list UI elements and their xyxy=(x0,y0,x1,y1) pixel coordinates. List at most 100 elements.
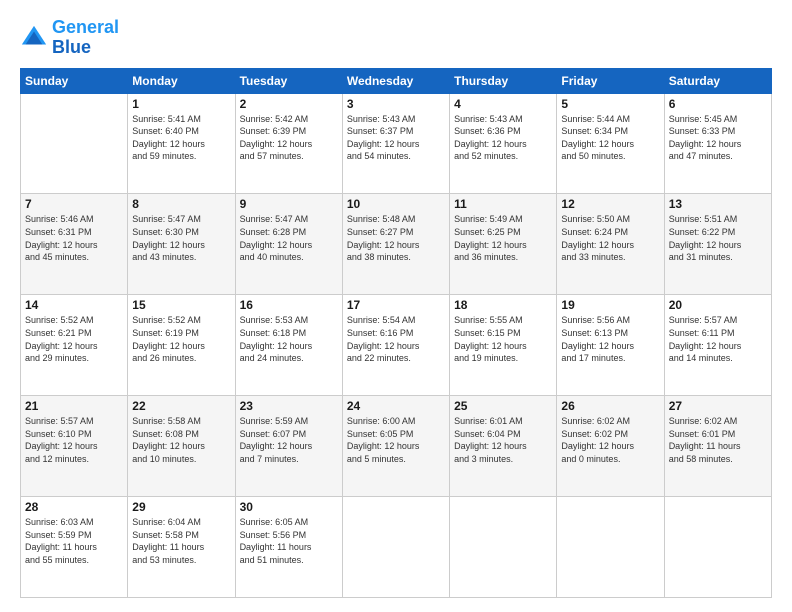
day-header-sunday: Sunday xyxy=(21,68,128,93)
day-number: 18 xyxy=(454,298,552,312)
day-number: 9 xyxy=(240,197,338,211)
day-header-tuesday: Tuesday xyxy=(235,68,342,93)
calendar-cell: 9 Sunrise: 5:47 AM Sunset: 6:28 PM Daylig… xyxy=(235,194,342,295)
calendar-cell xyxy=(21,93,128,194)
calendar-cell: 14 Sunrise: 5:52 AM Sunset: 6:21 PM Dayli… xyxy=(21,295,128,396)
day-number: 15 xyxy=(132,298,230,312)
cell-info: Sunrise: 5:41 AM Sunset: 6:40 PM Dayligh… xyxy=(132,113,230,163)
day-number: 5 xyxy=(561,97,659,111)
day-number: 30 xyxy=(240,500,338,514)
calendar-cell: 21 Sunrise: 5:57 AM Sunset: 6:10 PM Dayli… xyxy=(21,396,128,497)
day-number: 2 xyxy=(240,97,338,111)
day-number: 10 xyxy=(347,197,445,211)
calendar-cell xyxy=(450,497,557,598)
cell-info: Sunrise: 6:00 AM Sunset: 6:05 PM Dayligh… xyxy=(347,415,445,465)
calendar-week-2: 7 Sunrise: 5:46 AM Sunset: 6:31 PM Daylig… xyxy=(21,194,772,295)
cell-info: Sunrise: 5:47 AM Sunset: 6:28 PM Dayligh… xyxy=(240,213,338,263)
cell-info: Sunrise: 5:57 AM Sunset: 6:10 PM Dayligh… xyxy=(25,415,123,465)
calendar-cell: 11 Sunrise: 5:49 AM Sunset: 6:25 PM Dayli… xyxy=(450,194,557,295)
day-number: 26 xyxy=(561,399,659,413)
calendar-week-1: 1 Sunrise: 5:41 AM Sunset: 6:40 PM Daylig… xyxy=(21,93,772,194)
cell-info: Sunrise: 5:58 AM Sunset: 6:08 PM Dayligh… xyxy=(132,415,230,465)
cell-info: Sunrise: 5:59 AM Sunset: 6:07 PM Dayligh… xyxy=(240,415,338,465)
cell-info: Sunrise: 5:54 AM Sunset: 6:16 PM Dayligh… xyxy=(347,314,445,364)
cell-info: Sunrise: 5:57 AM Sunset: 6:11 PM Dayligh… xyxy=(669,314,767,364)
day-number: 29 xyxy=(132,500,230,514)
day-number: 6 xyxy=(669,97,767,111)
day-number: 7 xyxy=(25,197,123,211)
day-number: 13 xyxy=(669,197,767,211)
header: General Blue xyxy=(20,18,772,58)
calendar-cell: 25Sunrise: 6:01 AM Sunset: 6:04 PM Dayli… xyxy=(450,396,557,497)
calendar-cell: 12 Sunrise: 5:50 AM Sunset: 6:24 PM Dayli… xyxy=(557,194,664,295)
calendar-cell: 23 Sunrise: 5:59 AM Sunset: 6:07 PM Dayli… xyxy=(235,396,342,497)
cell-info: Sunrise: 6:03 AM Sunset: 5:59 PM Dayligh… xyxy=(25,516,123,566)
calendar-cell: 17 Sunrise: 5:54 AM Sunset: 6:16 PM Dayli… xyxy=(342,295,449,396)
day-number: 27 xyxy=(669,399,767,413)
calendar-cell xyxy=(342,497,449,598)
calendar-cell: 16Sunrise: 5:53 AM Sunset: 6:18 PM Dayli… xyxy=(235,295,342,396)
calendar-cell: 18 Sunrise: 5:55 AM Sunset: 6:15 PM Dayli… xyxy=(450,295,557,396)
day-number: 23 xyxy=(240,399,338,413)
calendar-cell xyxy=(664,497,771,598)
calendar-cell: 26 Sunrise: 6:02 AM Sunset: 6:02 PM Dayli… xyxy=(557,396,664,497)
calendar-cell: 6 Sunrise: 5:45 AM Sunset: 6:33 PM Daylig… xyxy=(664,93,771,194)
calendar-table: SundayMondayTuesdayWednesdayThursdayFrid… xyxy=(20,68,772,598)
day-number: 24 xyxy=(347,399,445,413)
cell-info: Sunrise: 6:04 AM Sunset: 5:58 PM Dayligh… xyxy=(132,516,230,566)
calendar-cell: 4Sunrise: 5:43 AM Sunset: 6:36 PM Daylig… xyxy=(450,93,557,194)
day-header-friday: Friday xyxy=(557,68,664,93)
cell-info: Sunrise: 5:49 AM Sunset: 6:25 PM Dayligh… xyxy=(454,213,552,263)
day-header-thursday: Thursday xyxy=(450,68,557,93)
cell-info: Sunrise: 5:48 AM Sunset: 6:27 PM Dayligh… xyxy=(347,213,445,263)
calendar-cell: 2 Sunrise: 5:42 AM Sunset: 6:39 PM Daylig… xyxy=(235,93,342,194)
day-number: 16 xyxy=(240,298,338,312)
calendar-cell: 15 Sunrise: 5:52 AM Sunset: 6:19 PM Dayli… xyxy=(128,295,235,396)
day-number: 22 xyxy=(132,399,230,413)
calendar-week-3: 14 Sunrise: 5:52 AM Sunset: 6:21 PM Dayli… xyxy=(21,295,772,396)
calendar-week-4: 21 Sunrise: 5:57 AM Sunset: 6:10 PM Dayli… xyxy=(21,396,772,497)
day-number: 12 xyxy=(561,197,659,211)
calendar-cell: 3 Sunrise: 5:43 AM Sunset: 6:37 PM Daylig… xyxy=(342,93,449,194)
cell-info: Sunrise: 5:56 AM Sunset: 6:13 PM Dayligh… xyxy=(561,314,659,364)
day-header-monday: Monday xyxy=(128,68,235,93)
cell-info: Sunrise: 6:05 AM Sunset: 5:56 PM Dayligh… xyxy=(240,516,338,566)
calendar-cell: 30 Sunrise: 6:05 AM Sunset: 5:56 PM Dayli… xyxy=(235,497,342,598)
day-number: 17 xyxy=(347,298,445,312)
calendar-cell xyxy=(557,497,664,598)
cell-info: Sunrise: 5:52 AM Sunset: 6:21 PM Dayligh… xyxy=(25,314,123,364)
cell-info: Sunrise: 6:02 AM Sunset: 6:02 PM Dayligh… xyxy=(561,415,659,465)
day-number: 3 xyxy=(347,97,445,111)
calendar-cell: 27Sunrise: 6:02 AM Sunset: 6:01 PM Dayli… xyxy=(664,396,771,497)
cell-info: Sunrise: 5:45 AM Sunset: 6:33 PM Dayligh… xyxy=(669,113,767,163)
cell-info: Sunrise: 5:52 AM Sunset: 6:19 PM Dayligh… xyxy=(132,314,230,364)
day-number: 21 xyxy=(25,399,123,413)
cell-info: Sunrise: 5:46 AM Sunset: 6:31 PM Dayligh… xyxy=(25,213,123,263)
cell-info: Sunrise: 6:01 AM Sunset: 6:04 PM Dayligh… xyxy=(454,415,552,465)
calendar-cell: 24 Sunrise: 6:00 AM Sunset: 6:05 PM Dayli… xyxy=(342,396,449,497)
cell-info: Sunrise: 5:44 AM Sunset: 6:34 PM Dayligh… xyxy=(561,113,659,163)
calendar-cell: 1 Sunrise: 5:41 AM Sunset: 6:40 PM Daylig… xyxy=(128,93,235,194)
calendar-cell: 22 Sunrise: 5:58 AM Sunset: 6:08 PM Dayli… xyxy=(128,396,235,497)
calendar-cell: 13Sunrise: 5:51 AM Sunset: 6:22 PM Dayli… xyxy=(664,194,771,295)
logo: General Blue xyxy=(20,18,119,58)
day-number: 11 xyxy=(454,197,552,211)
day-number: 20 xyxy=(669,298,767,312)
calendar-cell: 19Sunrise: 5:56 AM Sunset: 6:13 PM Dayli… xyxy=(557,295,664,396)
cell-info: Sunrise: 5:42 AM Sunset: 6:39 PM Dayligh… xyxy=(240,113,338,163)
page: General Blue SundayMondayTuesdayWednesda… xyxy=(0,0,792,612)
calendar-cell: 8Sunrise: 5:47 AM Sunset: 6:30 PM Daylig… xyxy=(128,194,235,295)
calendar-cell: 28 Sunrise: 6:03 AM Sunset: 5:59 PM Dayli… xyxy=(21,497,128,598)
cell-info: Sunrise: 5:47 AM Sunset: 6:30 PM Dayligh… xyxy=(132,213,230,263)
calendar-cell: 5 Sunrise: 5:44 AM Sunset: 6:34 PM Daylig… xyxy=(557,93,664,194)
cell-info: Sunrise: 5:55 AM Sunset: 6:15 PM Dayligh… xyxy=(454,314,552,364)
cell-info: Sunrise: 5:43 AM Sunset: 6:37 PM Dayligh… xyxy=(347,113,445,163)
calendar-cell: 20 Sunrise: 5:57 AM Sunset: 6:11 PM Dayli… xyxy=(664,295,771,396)
logo-icon xyxy=(20,24,48,52)
day-number: 1 xyxy=(132,97,230,111)
cell-info: Sunrise: 5:50 AM Sunset: 6:24 PM Dayligh… xyxy=(561,213,659,263)
calendar-cell: 10 Sunrise: 5:48 AM Sunset: 6:27 PM Dayli… xyxy=(342,194,449,295)
day-number: 14 xyxy=(25,298,123,312)
day-number: 28 xyxy=(25,500,123,514)
calendar-cell: 29 Sunrise: 6:04 AM Sunset: 5:58 PM Dayli… xyxy=(128,497,235,598)
